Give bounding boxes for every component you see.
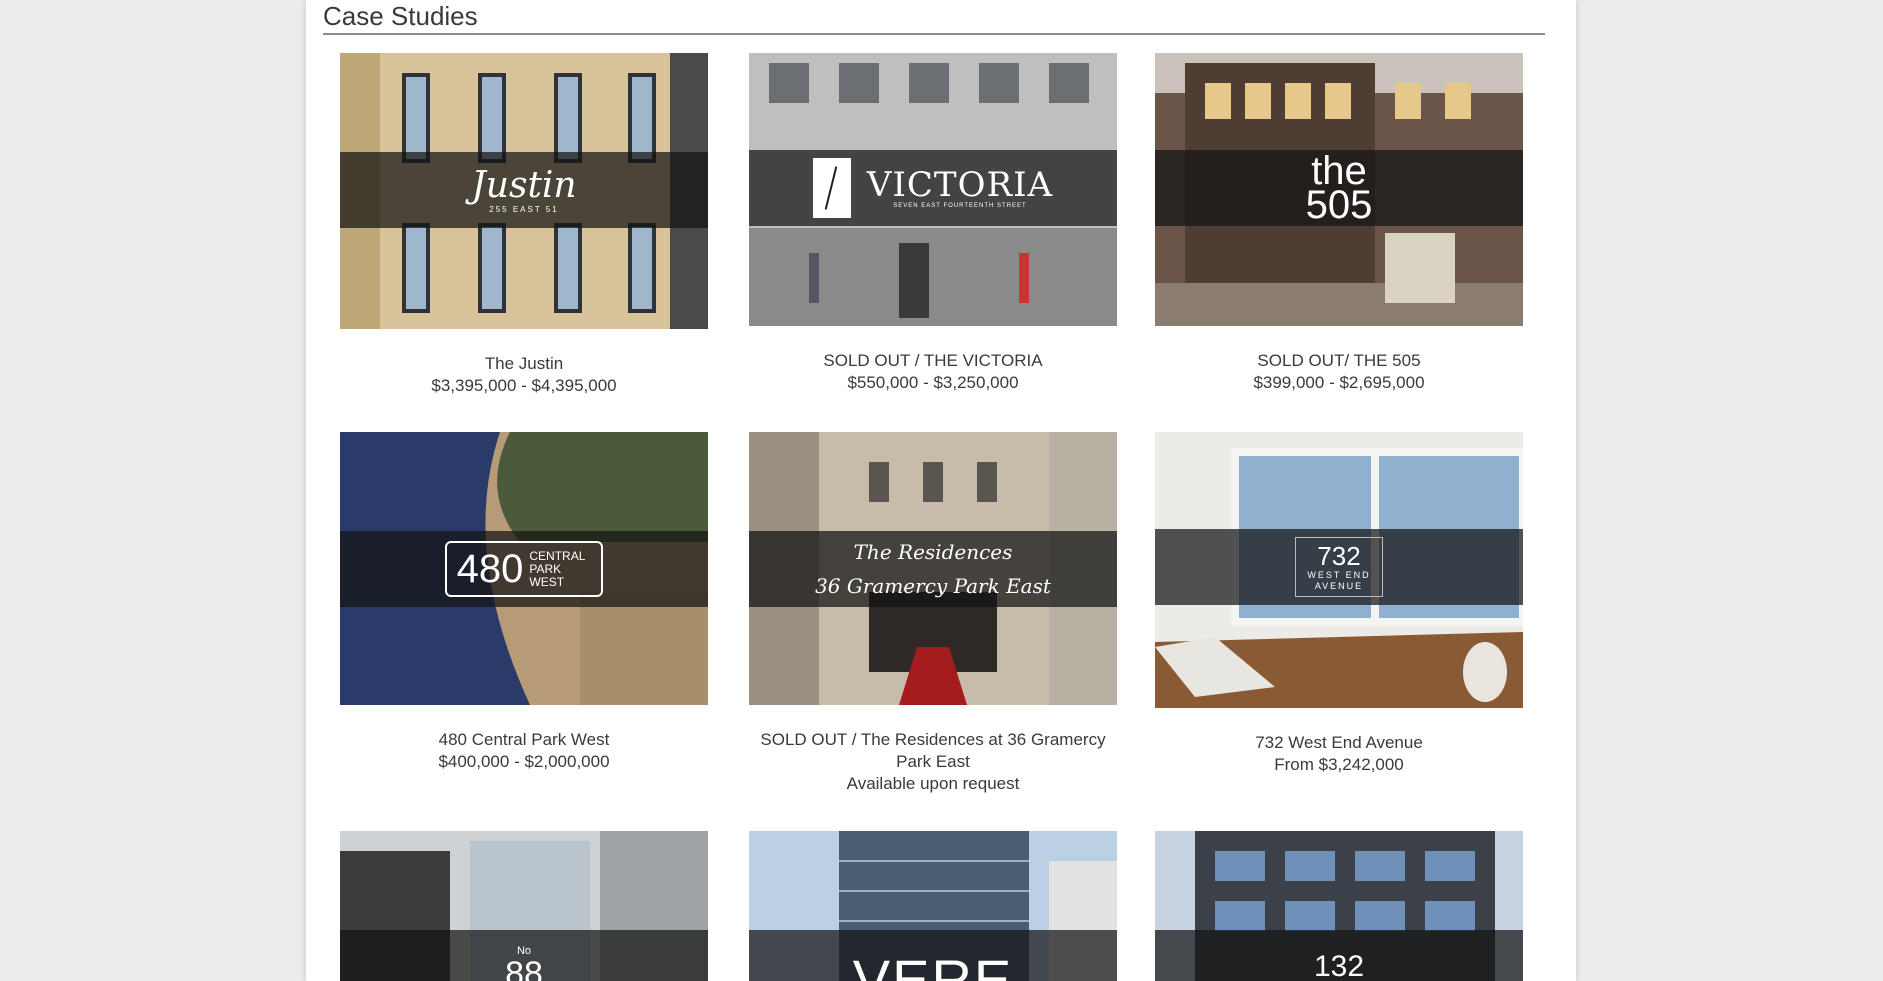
property-logo: the 505 <box>1305 149 1373 227</box>
property-name: The Justin <box>484 354 564 373</box>
property-caption: SOLD OUT / The Residences at 36 Gramercy… <box>749 729 1117 795</box>
property-caption: SOLD OUT / THE VICTORIA $550,000 - $3,25… <box>749 350 1117 394</box>
property-card-36-gramercy[interactable]: The Residences 36 Gramercy Park East SOL… <box>749 432 1117 795</box>
property-name: SOLD OUT / The Residences at 36 Gramercy… <box>760 730 1106 771</box>
section-title: Case Studies <box>323 1 478 31</box>
logo-band: VICTORIA SEVEN EAST FOURTEENTH STREET <box>749 150 1117 226</box>
property-thumbnail[interactable]: 732 WEST END AVENUE <box>1155 432 1523 708</box>
page-container: Case Studies Justin 255 EAST 51 The Just… <box>306 0 1576 981</box>
property-card-justin[interactable]: Justin 255 EAST 51 The Justin $3,395,000… <box>340 53 708 397</box>
property-caption: 732 West End Avenue From $3,242,000 <box>1155 732 1523 776</box>
property-name: 480 Central Park West <box>438 730 610 749</box>
property-price: From $3,242,000 <box>1274 755 1404 774</box>
logo-band: No 88 <box>340 930 708 981</box>
property-logo: VICTORIA SEVEN EAST FOURTEENTH STREET <box>812 158 1053 218</box>
property-card-480-cpw[interactable]: 480 CENTRAL PARK WEST 480 Central Park W… <box>340 432 708 773</box>
logo-band: 132 <box>1155 930 1523 981</box>
property-thumbnail[interactable]: the 505 <box>1155 53 1523 326</box>
property-thumbnail[interactable]: Justin 255 EAST 51 <box>340 53 708 329</box>
property-availability: Available upon request <box>846 774 1020 793</box>
property-thumbnail[interactable]: 480 CENTRAL PARK WEST <box>340 432 708 705</box>
property-caption: 480 Central Park West $400,000 - $2,000,… <box>340 729 708 773</box>
logo-band: VERE <box>749 930 1117 981</box>
property-thumbnail[interactable]: The Residences 36 Gramercy Park East <box>749 432 1117 705</box>
property-caption: The Justin $3,395,000 - $4,395,000 <box>340 353 708 397</box>
property-name: 732 West End Avenue <box>1255 733 1423 752</box>
property-name: SOLD OUT / THE VICTORIA <box>823 351 1043 370</box>
v-badge-icon <box>812 158 851 218</box>
property-thumbnail[interactable]: VICTORIA SEVEN EAST FOURTEENTH STREET <box>749 53 1117 326</box>
logo-band: 732 WEST END AVENUE <box>1155 529 1523 605</box>
property-price: $399,000 - $2,695,000 <box>1253 373 1425 392</box>
logo-band: Justin 255 EAST 51 <box>340 152 708 228</box>
property-logo: 132 <box>1314 950 1364 981</box>
property-price: $3,395,000 - $4,395,000 <box>431 376 617 395</box>
property-logo: The Residences 36 Gramercy Park East <box>815 540 1051 598</box>
property-logo: No 88 <box>505 945 543 981</box>
property-thumbnail[interactable]: 132 <box>1155 831 1523 981</box>
property-caption: SOLD OUT/ THE 505 $399,000 - $2,695,000 <box>1155 350 1523 394</box>
logo-band: 480 CENTRAL PARK WEST <box>340 531 708 607</box>
property-logo: Justin 255 EAST 51 <box>471 164 577 214</box>
logo-band: The Residences 36 Gramercy Park East <box>749 531 1117 607</box>
property-card-victoria[interactable]: VICTORIA SEVEN EAST FOURTEENTH STREET SO… <box>749 53 1117 394</box>
property-card-vere[interactable]: VERE <box>749 831 1117 981</box>
property-thumbnail[interactable]: VERE <box>749 831 1117 981</box>
property-card-88[interactable]: No 88 <box>340 831 708 981</box>
property-price: $400,000 - $2,000,000 <box>438 752 610 771</box>
property-logo: 732 WEST END AVENUE <box>1295 537 1383 597</box>
section-heading: Case Studies <box>323 0 1545 35</box>
property-card-132[interactable]: 132 <box>1155 831 1523 981</box>
property-logo: VERE <box>852 948 1014 981</box>
property-logo: 480 CENTRAL PARK WEST <box>444 541 604 597</box>
property-name: SOLD OUT/ THE 505 <box>1257 351 1421 370</box>
property-price: $550,000 - $3,250,000 <box>847 373 1019 392</box>
property-card-732-wea[interactable]: 732 WEST END AVENUE 732 West End Avenue … <box>1155 432 1523 776</box>
property-thumbnail[interactable]: No 88 <box>340 831 708 981</box>
logo-band: the 505 <box>1155 150 1523 226</box>
property-card-505[interactable]: the 505 SOLD OUT/ THE 505 $399,000 - $2,… <box>1155 53 1523 394</box>
